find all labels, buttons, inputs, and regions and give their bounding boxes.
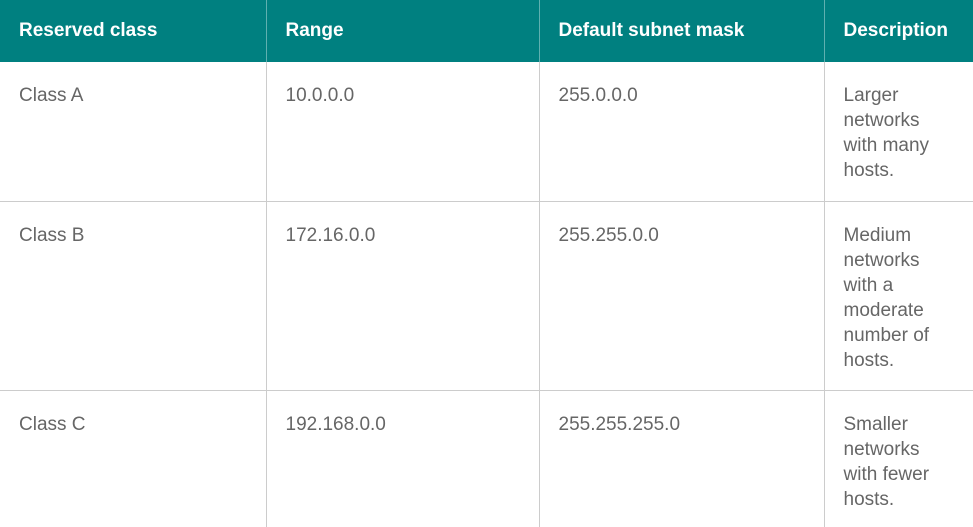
cell-description: Smaller networks with fewer hosts.	[823, 390, 973, 527]
table-row: Class A 10.0.0.0 255.0.0.0 Larger networ…	[0, 62, 973, 202]
table-body: Class A 10.0.0.0 255.0.0.0 Larger networ…	[0, 62, 973, 527]
header-row: Reserved class Range Default subnet mask…	[0, 0, 973, 62]
cell-subnet-mask: 255.0.0.0	[538, 62, 824, 202]
cell-reserved-class: Class A	[0, 62, 266, 202]
cell-range: 192.168.0.0	[265, 390, 539, 527]
cell-reserved-class: Class B	[0, 201, 266, 391]
table-header: Reserved class Range Default subnet mask…	[0, 0, 973, 62]
cell-subnet-mask: 255.255.255.0	[538, 390, 824, 527]
cell-description: Medium networks with a moderate number o…	[823, 201, 973, 391]
cell-description: Larger networks with many hosts.	[823, 62, 973, 202]
header-range: Range	[265, 0, 539, 62]
cell-reserved-class: Class C	[19, 413, 86, 435]
table-row: Class C 192.168.0.0 255.255.255.0 Smalle…	[0, 390, 973, 527]
ip-class-table: Reserved class Range Default subnet mask…	[0, 0, 973, 527]
header-description: Description	[823, 0, 973, 62]
header-default-subnet-mask: Default subnet mask	[538, 0, 824, 62]
header-reserved-class: Reserved class	[0, 0, 266, 62]
table-row: Class B 172.16.0.0 255.255.0.0 Medium ne…	[0, 201, 973, 391]
cell-subnet-mask: 255.255.0.0	[538, 201, 824, 391]
cell-range: 172.16.0.0	[265, 201, 539, 391]
cell-range: 10.0.0.0	[265, 62, 539, 202]
